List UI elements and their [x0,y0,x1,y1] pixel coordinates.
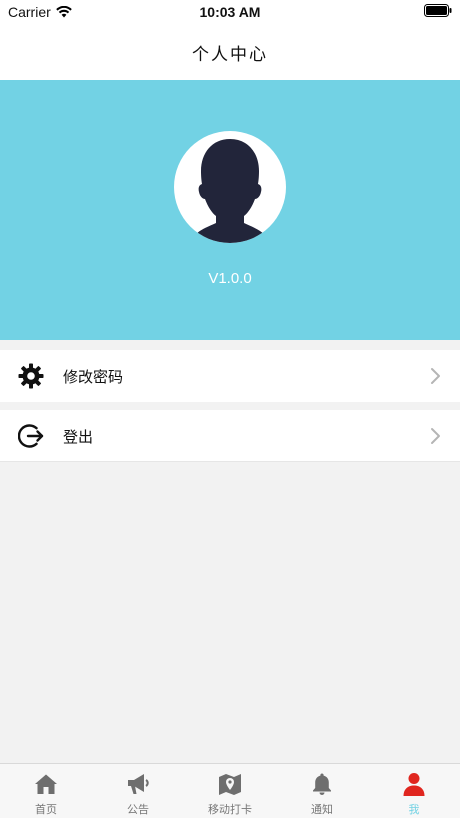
status-right [424,4,452,20]
tab-mobile-checkin-label: 移动打卡 [208,803,252,816]
avatar-silhouette-icon [190,139,270,243]
nav-bar: 个人中心 [0,24,460,80]
tab-home[interactable]: 首页 [0,764,92,818]
chevron-right-icon [431,368,440,384]
page-title: 个人中心 [192,44,268,65]
tab-notifications-label: 通知 [311,803,333,816]
tab-bar: 首页 公告 移动打卡 通知 我 [0,763,460,818]
logout-item[interactable]: 登出 [0,410,460,462]
map-pin-icon [219,774,241,795]
status-bar: Carrier 10:03 AM [0,0,460,24]
gear-icon [18,363,44,389]
logout-label: 登出 [63,428,94,446]
megaphone-icon [128,774,149,794]
tab-me[interactable]: 我 [368,764,460,818]
tab-me-label: 我 [408,803,420,816]
change-password-label: 修改密码 [63,368,124,386]
tab-mobile-checkin[interactable]: 移动打卡 [184,764,276,818]
tab-notifications[interactable]: 通知 [276,764,368,818]
tab-announcements[interactable]: 公告 [92,764,184,818]
avatar[interactable] [174,131,286,243]
app-version: V1.0.0 [208,270,252,287]
logout-icon [18,424,44,448]
person-icon [403,773,425,796]
change-password-item[interactable]: 修改密码 [0,350,460,402]
status-time: 10:03 AM [199,4,261,20]
profile-header: V1.0.0 [0,80,460,340]
tab-home-label: 首页 [35,803,57,816]
home-icon [35,774,57,794]
chevron-right-icon [431,428,440,444]
battery-icon [424,4,452,17]
bell-icon [313,773,331,795]
tab-announcements-label: 公告 [127,803,149,816]
